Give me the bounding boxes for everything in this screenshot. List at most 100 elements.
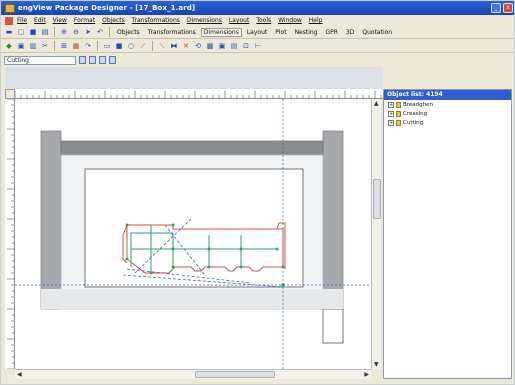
- toolbar-transformations-button[interactable]: Transformations: [145, 28, 199, 37]
- mirror-tool-icon[interactable]: ⧓: [169, 41, 179, 51]
- layer-select[interactable]: Cutting: [4, 55, 76, 65]
- redo-icon[interactable]: ↷: [83, 41, 93, 51]
- app-window: engView Package Designer - [17_Box_1.ard…: [0, 0, 515, 385]
- toolbar-quotation-button[interactable]: Quotation: [359, 28, 395, 37]
- open-icon[interactable]: ▢: [16, 27, 26, 37]
- menu-view[interactable]: View: [53, 17, 67, 24]
- layer-button[interactable]: [79, 56, 86, 64]
- top-frame-bar: [60, 140, 324, 156]
- drawing-toolbar: ◆ ▣ ▥ ✂ ⊞ ▦ ↷ ▭ ■ ○ ⟋ ⟍ ⧓ ✕ ⟲ ▩ ▣ ▤ ⊡ ⊢: [1, 40, 514, 53]
- scroll-up-icon[interactable]: ▲: [374, 100, 379, 107]
- object-list-title: Object list: 4194: [384, 90, 511, 100]
- new-icon[interactable]: ▬: [4, 27, 14, 37]
- vertical-scrollbar[interactable]: ▲ ▼: [371, 99, 381, 369]
- print-icon[interactable]: ▤: [40, 27, 50, 37]
- separator: [54, 41, 55, 51]
- line-tool-icon[interactable]: ⟋: [138, 41, 148, 51]
- drawing-canvas[interactable]: [15, 99, 371, 369]
- undo-icon[interactable]: ↶: [95, 27, 105, 37]
- menu-layout[interactable]: Layout: [229, 17, 249, 24]
- cut-icon[interactable]: ✂: [40, 41, 50, 51]
- document-icon: [5, 16, 13, 25]
- tree-item-creasing[interactable]: + Creasing: [384, 110, 511, 118]
- zoom-out-icon[interactable]: ⊖: [71, 27, 81, 37]
- toolbar-nesting-button[interactable]: Nesting: [292, 28, 321, 37]
- layer-icon: [396, 111, 401, 117]
- copy-icon[interactable]: ▣: [16, 41, 26, 51]
- grid-icon[interactable]: ▦: [71, 41, 81, 51]
- menu-transformations[interactable]: Transformations: [132, 17, 180, 24]
- scroll-right-icon[interactable]: ▶: [364, 371, 369, 378]
- trim-tool-icon[interactable]: ✕: [181, 41, 191, 51]
- workspace-background: [5, 67, 383, 89]
- menu-objects[interactable]: Objects: [102, 17, 125, 24]
- menu-tools[interactable]: Tools: [256, 17, 271, 24]
- zoom-in-icon[interactable]: ⊕: [59, 27, 69, 37]
- toolbar-plot-button[interactable]: Plot: [272, 28, 289, 37]
- vertical-ruler: [5, 99, 15, 369]
- ruler-corner: [5, 89, 15, 99]
- main-toolbar: ▬ ▢ ■ ▤ ⊕ ⊖ ➤ ↶ Objects Transformations …: [1, 26, 514, 39]
- horizontal-scroll-thumb[interactable]: [195, 371, 275, 378]
- menu-edit[interactable]: Edit: [34, 17, 46, 24]
- crease-tool-icon[interactable]: ⟍: [157, 41, 167, 51]
- separator: [152, 41, 153, 51]
- bottom-right-box: [322, 308, 344, 344]
- bottom-band: [41, 289, 343, 309]
- snap-icon[interactable]: ⊡: [241, 41, 251, 51]
- window-title: engView Package Designer - [17_Box_1.ard…: [18, 4, 196, 12]
- menu-dimensions[interactable]: Dimensions: [187, 17, 222, 24]
- measure-icon[interactable]: ⊢: [253, 41, 263, 51]
- layer-toolbar: Cutting: [1, 54, 514, 66]
- horizontal-scrollbar[interactable]: ◀ ▶: [15, 369, 371, 379]
- right-frame-post: [322, 130, 344, 310]
- layer-icon: [396, 120, 401, 126]
- object-list-panel: Object list: 4194 + Breadghen + Creasing…: [383, 89, 512, 379]
- scroll-down-icon[interactable]: ▼: [374, 361, 379, 368]
- layer-button[interactable]: [99, 56, 106, 64]
- tree-item-cutting[interactable]: + Cutting: [384, 119, 511, 127]
- vertical-ruler-ticks: [7, 99, 14, 369]
- layer-button[interactable]: [89, 56, 96, 64]
- fill-tool-icon[interactable]: ■: [114, 41, 124, 51]
- separator: [109, 27, 110, 37]
- expand-icon[interactable]: +: [388, 111, 394, 117]
- close-button[interactable]: x: [503, 3, 513, 13]
- separator: [97, 41, 98, 51]
- rectangle-tool-icon[interactable]: ▭: [102, 41, 112, 51]
- menu-format[interactable]: Format: [74, 17, 95, 24]
- pointer-icon[interactable]: ➤: [83, 27, 93, 37]
- save-icon[interactable]: ■: [28, 27, 38, 37]
- circle-tool-icon[interactable]: ○: [126, 41, 136, 51]
- menu-help[interactable]: Help: [309, 17, 323, 24]
- zoom-window-icon[interactable]: ⊞: [59, 41, 69, 51]
- minimize-button[interactable]: _: [491, 3, 501, 13]
- layer-button[interactable]: [109, 56, 116, 64]
- rotate-tool-icon[interactable]: ⟲: [193, 41, 203, 51]
- tree-item-label: Cutting: [403, 120, 424, 126]
- menu-bar: File Edit View Format Objects Transforma…: [1, 15, 514, 26]
- app-icon: [5, 3, 15, 13]
- toolbar-objects-button[interactable]: Objects: [114, 28, 143, 37]
- scroll-left-icon[interactable]: ◀: [17, 371, 22, 378]
- menu-file[interactable]: File: [17, 17, 27, 24]
- separator: [54, 27, 55, 37]
- align-icon[interactable]: ▤: [229, 41, 239, 51]
- tree-item-breadghen[interactable]: + Breadghen: [384, 101, 511, 109]
- tree-item-label: Creasing: [403, 111, 428, 117]
- toolbar-3d-button[interactable]: 3D: [343, 28, 357, 37]
- menu-window[interactable]: Window: [278, 17, 302, 24]
- expand-icon[interactable]: +: [388, 102, 394, 108]
- select-tool-icon[interactable]: ◆: [4, 41, 14, 51]
- toolbar-dimensions-button[interactable]: Dimensions: [200, 27, 242, 37]
- frame-icon[interactable]: ▣: [217, 41, 227, 51]
- drawing-area: [15, 99, 371, 369]
- toolbar-layout-button[interactable]: Layout: [244, 28, 270, 37]
- toolbar-gpr-button[interactable]: GPR: [323, 28, 341, 37]
- layers-icon[interactable]: ▩: [205, 41, 215, 51]
- title-bar: engView Package Designer - [17_Box_1.ard…: [1, 1, 514, 15]
- vertical-scroll-thumb[interactable]: [373, 179, 381, 219]
- expand-icon[interactable]: +: [388, 120, 394, 126]
- horizontal-ruler: [15, 89, 385, 99]
- paste-icon[interactable]: ▥: [28, 41, 38, 51]
